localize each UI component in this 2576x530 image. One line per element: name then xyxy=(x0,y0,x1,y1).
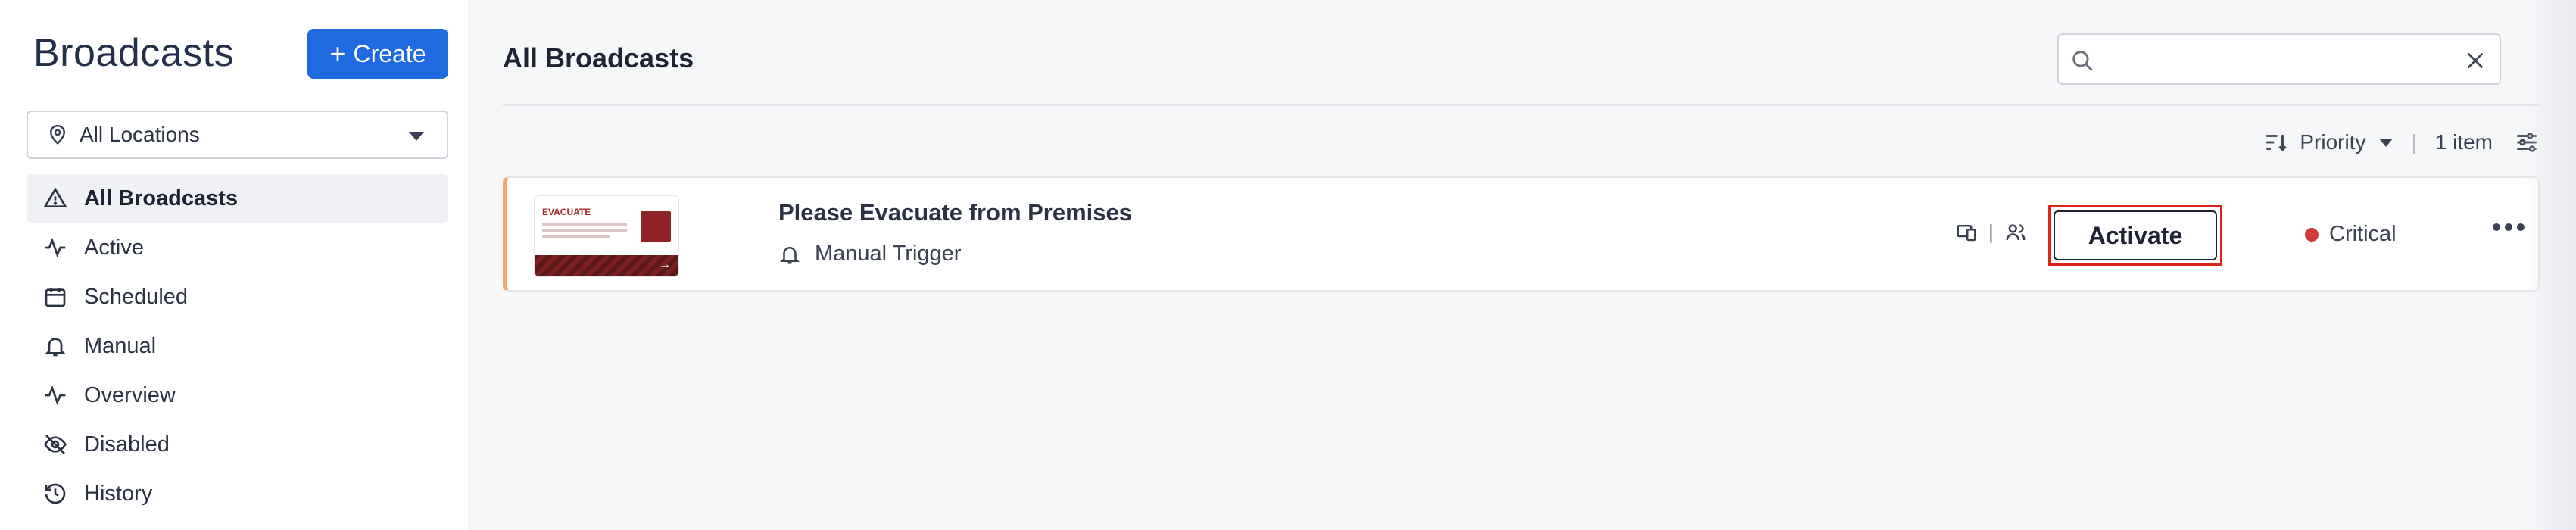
item-count: 1 item xyxy=(2434,130,2493,154)
thumbnail-text-line xyxy=(542,229,627,232)
icon-separator: | xyxy=(1988,220,1994,243)
broadcast-thumbnail: EVACUATE → xyxy=(535,196,678,276)
priority-label: Critical xyxy=(2329,222,2397,246)
map-pin-icon xyxy=(49,124,66,145)
sidebar: Broadcasts + Create All Locations All Br… xyxy=(0,0,468,530)
toolbar-separator: | xyxy=(2411,130,2417,154)
chevron-down-icon xyxy=(409,132,424,141)
create-button[interactable]: + Create xyxy=(307,29,448,79)
sidebar-nav: All Broadcasts Active Scheduled Manual O… xyxy=(27,174,448,519)
bell-icon xyxy=(45,338,66,357)
sidebar-item-label: Scheduled xyxy=(84,284,189,309)
arrow-right-icon: → xyxy=(659,258,671,271)
thumbnail-text-line xyxy=(542,223,627,226)
app-title: Broadcasts xyxy=(33,31,235,75)
sidebar-item-label: Disabled xyxy=(84,432,170,457)
alert-triangle-icon xyxy=(43,187,67,207)
thumbnail-footer xyxy=(535,255,678,276)
priority-status: Critical xyxy=(2305,222,2397,247)
search-box xyxy=(2057,33,2501,85)
sidebar-item-label: All Broadcasts xyxy=(84,186,239,210)
sidebar-item-label: Overview xyxy=(84,382,176,407)
sidebar-item-scheduled[interactable]: Scheduled xyxy=(27,273,448,321)
sidebar-item-history[interactable]: History xyxy=(27,469,448,518)
activity-icon xyxy=(45,385,66,405)
create-button-label: Create xyxy=(353,39,426,67)
sort-select[interactable]: Priority xyxy=(2300,130,2365,154)
broadcast-trigger-label: Manual Trigger xyxy=(815,242,962,266)
thumbnail-title: EVACUATE xyxy=(542,207,591,217)
scroll-edge-shadow xyxy=(2523,0,2576,530)
sidebar-item-disabled[interactable]: Disabled xyxy=(27,420,448,469)
more-dot xyxy=(2505,223,2512,231)
more-dot xyxy=(2493,223,2500,231)
broadcast-trigger: Manual Trigger xyxy=(778,242,961,267)
priority-dot xyxy=(2305,227,2319,242)
sidebar-item-label: Active xyxy=(84,235,144,260)
thumbnail-text-line xyxy=(542,235,610,238)
location-select[interactable]: All Locations xyxy=(27,111,448,159)
sidebar-item-label: Manual xyxy=(84,333,157,358)
activity-icon xyxy=(45,238,66,257)
sidebar-item-overview[interactable]: Overview xyxy=(27,371,448,419)
history-icon xyxy=(45,483,66,504)
location-select-value: All Locations xyxy=(80,123,200,146)
eye-off-icon xyxy=(44,435,67,454)
sidebar-item-active[interactable]: Active xyxy=(27,223,448,272)
sidebar-item-all-broadcasts[interactable]: All Broadcasts xyxy=(27,174,448,223)
header-divider xyxy=(503,104,2540,106)
plus-icon: + xyxy=(329,38,346,69)
devices-icon xyxy=(1957,224,1976,241)
sidebar-item-label: History xyxy=(84,481,153,506)
chevron-down-icon[interactable] xyxy=(2379,138,2394,147)
close-icon[interactable] xyxy=(2463,48,2487,73)
page-title: All Broadcasts xyxy=(503,42,694,73)
sidebar-item-manual[interactable]: Manual xyxy=(27,322,448,370)
users-icon xyxy=(2006,223,2026,240)
main-content: All Broadcasts Priority | 1 item EVACUAT… xyxy=(469,0,2576,530)
activate-button-highlight: Activate xyxy=(2048,205,2222,266)
search-icon xyxy=(2072,51,2093,71)
search-input[interactable] xyxy=(2104,41,2453,77)
list-toolbar: Priority | 1 item xyxy=(2263,127,2540,157)
more-options-icon[interactable] xyxy=(2493,223,2525,231)
broadcast-title: Please Evacuate from Premises xyxy=(778,199,1132,226)
exit-sign-icon xyxy=(641,211,671,242)
sort-icon xyxy=(2266,135,2288,151)
activate-button[interactable]: Activate xyxy=(2054,210,2217,260)
broadcast-target-icons: | xyxy=(1955,220,2027,244)
calendar-icon xyxy=(45,288,66,307)
broadcast-card[interactable]: EVACUATE → Please Evacuate from Premises… xyxy=(503,176,2540,292)
bell-icon xyxy=(779,246,800,263)
